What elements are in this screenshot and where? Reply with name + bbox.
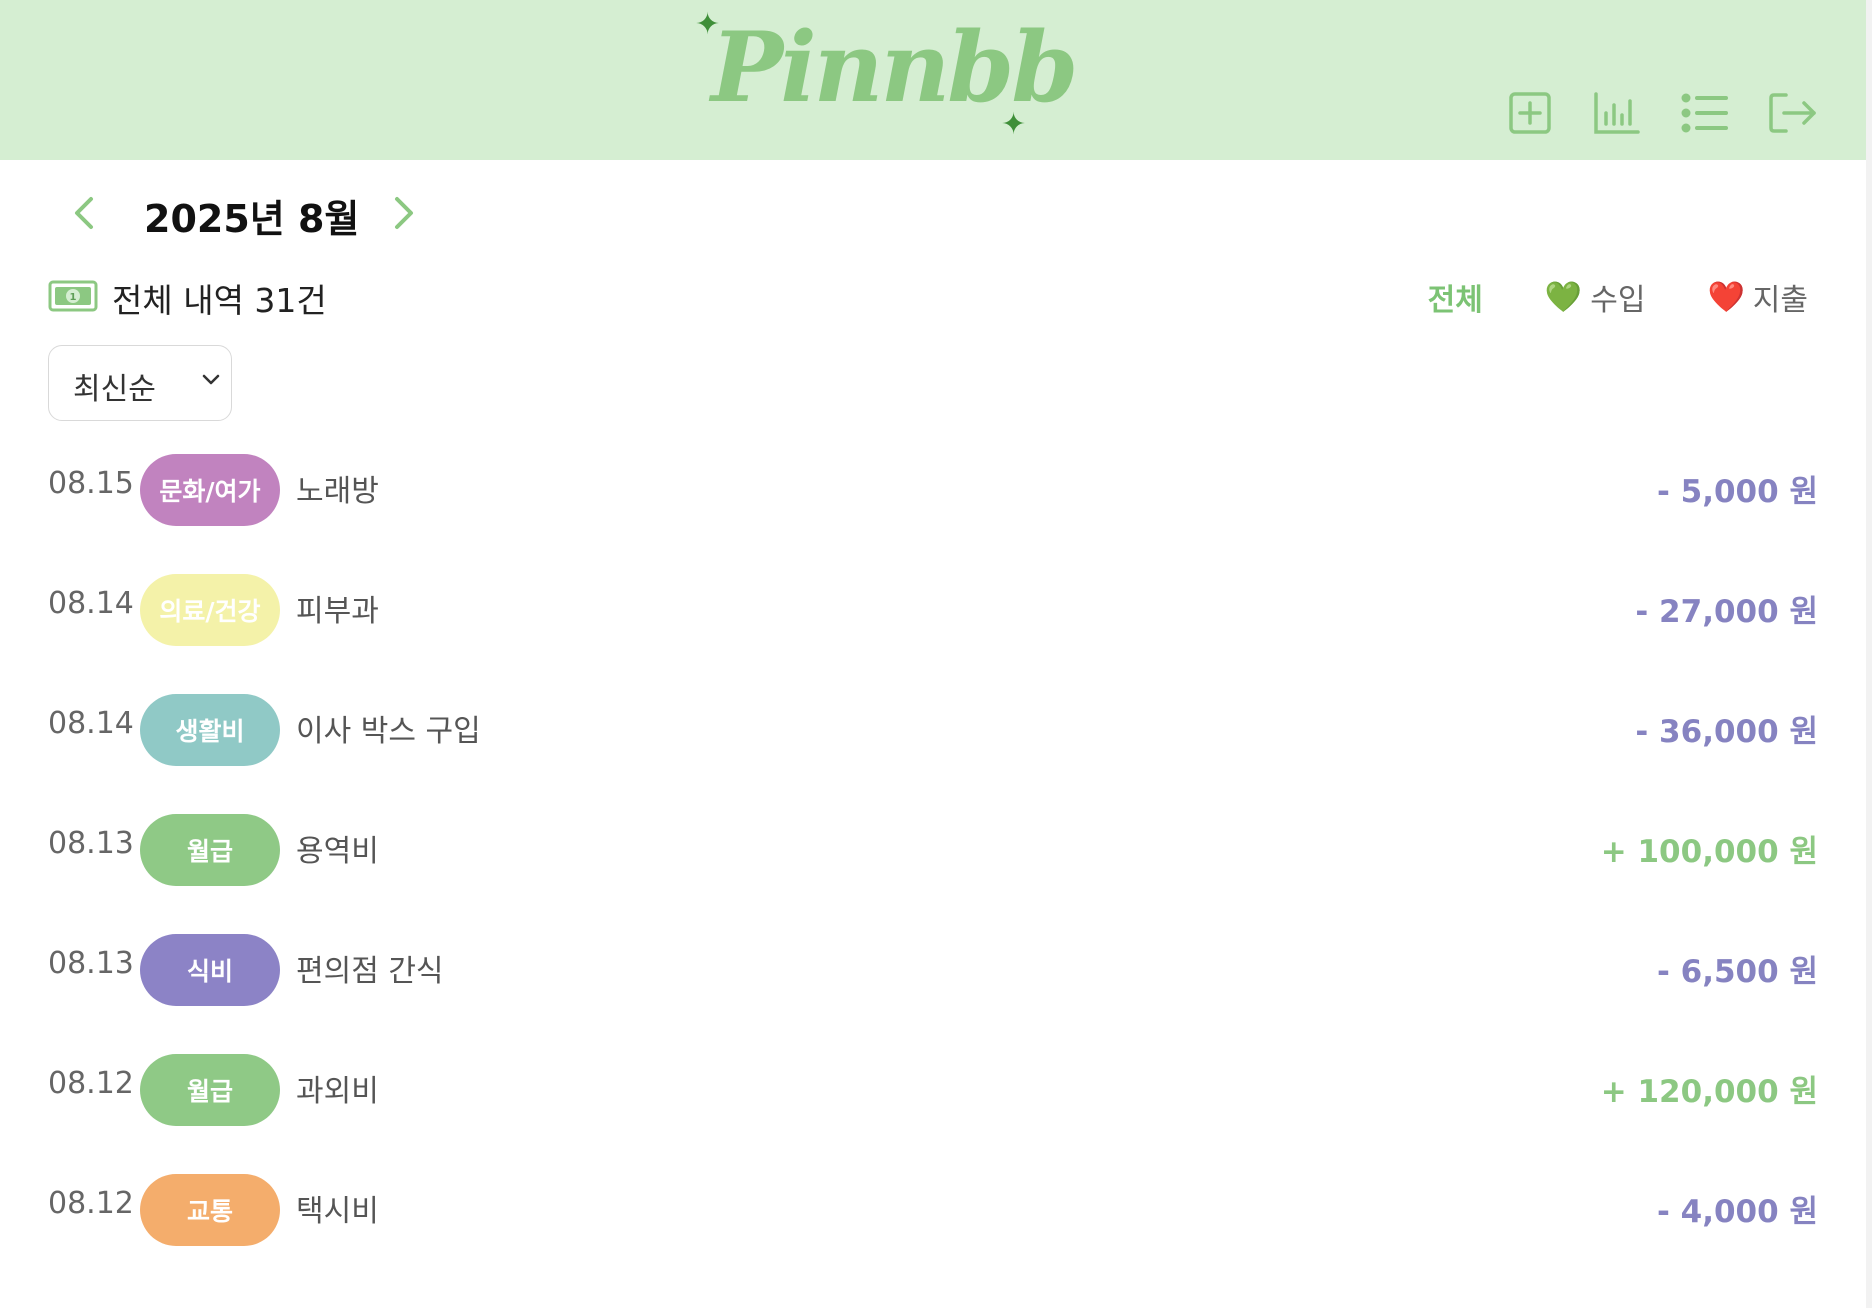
transaction-memo: 피부과 [296,594,379,629]
sort-selected: 최신순 [73,372,156,407]
transaction-amount: - 5,000 원 [1656,474,1818,510]
transaction-amount: - 27,000 원 [1635,594,1818,630]
sort-select[interactable]: 최신순 [48,345,232,421]
transaction-memo: 택시비 [296,1194,379,1229]
transaction-row[interactable]: 08.14 의료/건강 피부과 - 27,000 원 [48,550,1818,670]
transaction-amount: - 36,000 원 [1635,714,1818,750]
type-filter: 전체 💚 수입 ❤️ 지출 [1366,272,1808,322]
transaction-memo: 노래방 [296,474,379,509]
filter-all-label: 전체 [1427,283,1483,318]
category-badge: 문화/여가 [140,454,280,526]
transaction-row[interactable]: 08.14 생활비 이사 박스 구입 - 36,000 원 [48,670,1818,790]
red-heart-icon: ❤️ [1707,279,1745,315]
transaction-amount: - 6,500 원 [1656,954,1818,990]
sparkle-icon: ✦ [1001,107,1027,142]
transaction-list: 08.15 문화/여가 노래방 - 5,000 원 08.14 의료/건강 피부과 - 27,… [48,430,1818,1270]
money-icon: 1 [48,280,98,316]
filter-all[interactable]: 전체 [1428,275,1483,319]
logo-text: Pinnbb [711,11,1078,124]
transaction-date: 08.13 [48,946,134,981]
chevron-down-icon [201,372,221,391]
chevron-left-icon[interactable] [64,192,104,234]
filter-expense-label: 지출 [1752,283,1808,318]
filter-expense[interactable]: ❤️ 지출 [1707,275,1808,319]
chevron-right-icon[interactable] [384,192,424,234]
transaction-date: 08.14 [48,706,134,741]
scrollbar[interactable] [1866,0,1872,1308]
summary-count: 전체 내역 31건 [112,281,327,320]
transaction-date: 08.13 [48,826,134,861]
category-badge: 월급 [140,814,280,886]
transaction-memo: 이사 박스 구입 [296,714,481,749]
add-icon[interactable] [1505,88,1555,138]
transaction-row[interactable]: 08.15 문화/여가 노래방 - 5,000 원 [48,430,1818,550]
transaction-amount: - 4,000 원 [1656,1194,1818,1230]
green-heart-icon: 💚 [1544,279,1583,315]
category-badge: 생활비 [140,694,280,766]
transaction-memo: 과외비 [296,1074,379,1109]
transaction-amount: + 120,000 원 [1600,1074,1818,1110]
month-title: 2025년 8월 [144,197,360,241]
category-badge: 월급 [140,1054,280,1126]
transaction-memo: 편의점 간식 [296,954,444,989]
top-bar: ✦ Pinnbb ✦ [0,0,1866,160]
summary: 1 전체 내역 31건 [48,268,748,324]
transaction-date: 08.14 [48,586,134,621]
transaction-row[interactable]: 08.13 식비 편의점 간식 - 6,500 원 [48,910,1818,1030]
transaction-date: 08.15 [48,466,134,501]
logout-icon[interactable] [1768,88,1818,138]
category-badge: 식비 [140,934,280,1006]
svg-text:1: 1 [70,292,77,303]
transaction-amount: + 100,000 원 [1600,834,1818,870]
month-navigator: 2025년 8월 [48,180,448,246]
transaction-row[interactable]: 08.12 월급 과외비 + 120,000 원 [48,1030,1818,1150]
chart-icon[interactable] [1592,88,1642,138]
list-icon[interactable] [1680,88,1730,138]
transaction-memo: 용역비 [296,834,379,869]
app-logo[interactable]: ✦ Pinnbb ✦ [695,10,1078,150]
transaction-row[interactable]: 08.13 월급 용역비 + 100,000 원 [48,790,1818,910]
category-badge: 의료/건강 [140,574,280,646]
filter-income-label: 수입 [1590,283,1646,318]
transaction-date: 08.12 [48,1066,134,1101]
transaction-date: 08.12 [48,1186,134,1221]
transaction-row[interactable]: 08.12 교통 택시비 - 4,000 원 [48,1150,1818,1270]
category-badge: 교통 [140,1174,280,1246]
filter-income[interactable]: 💚 수입 [1545,275,1646,319]
